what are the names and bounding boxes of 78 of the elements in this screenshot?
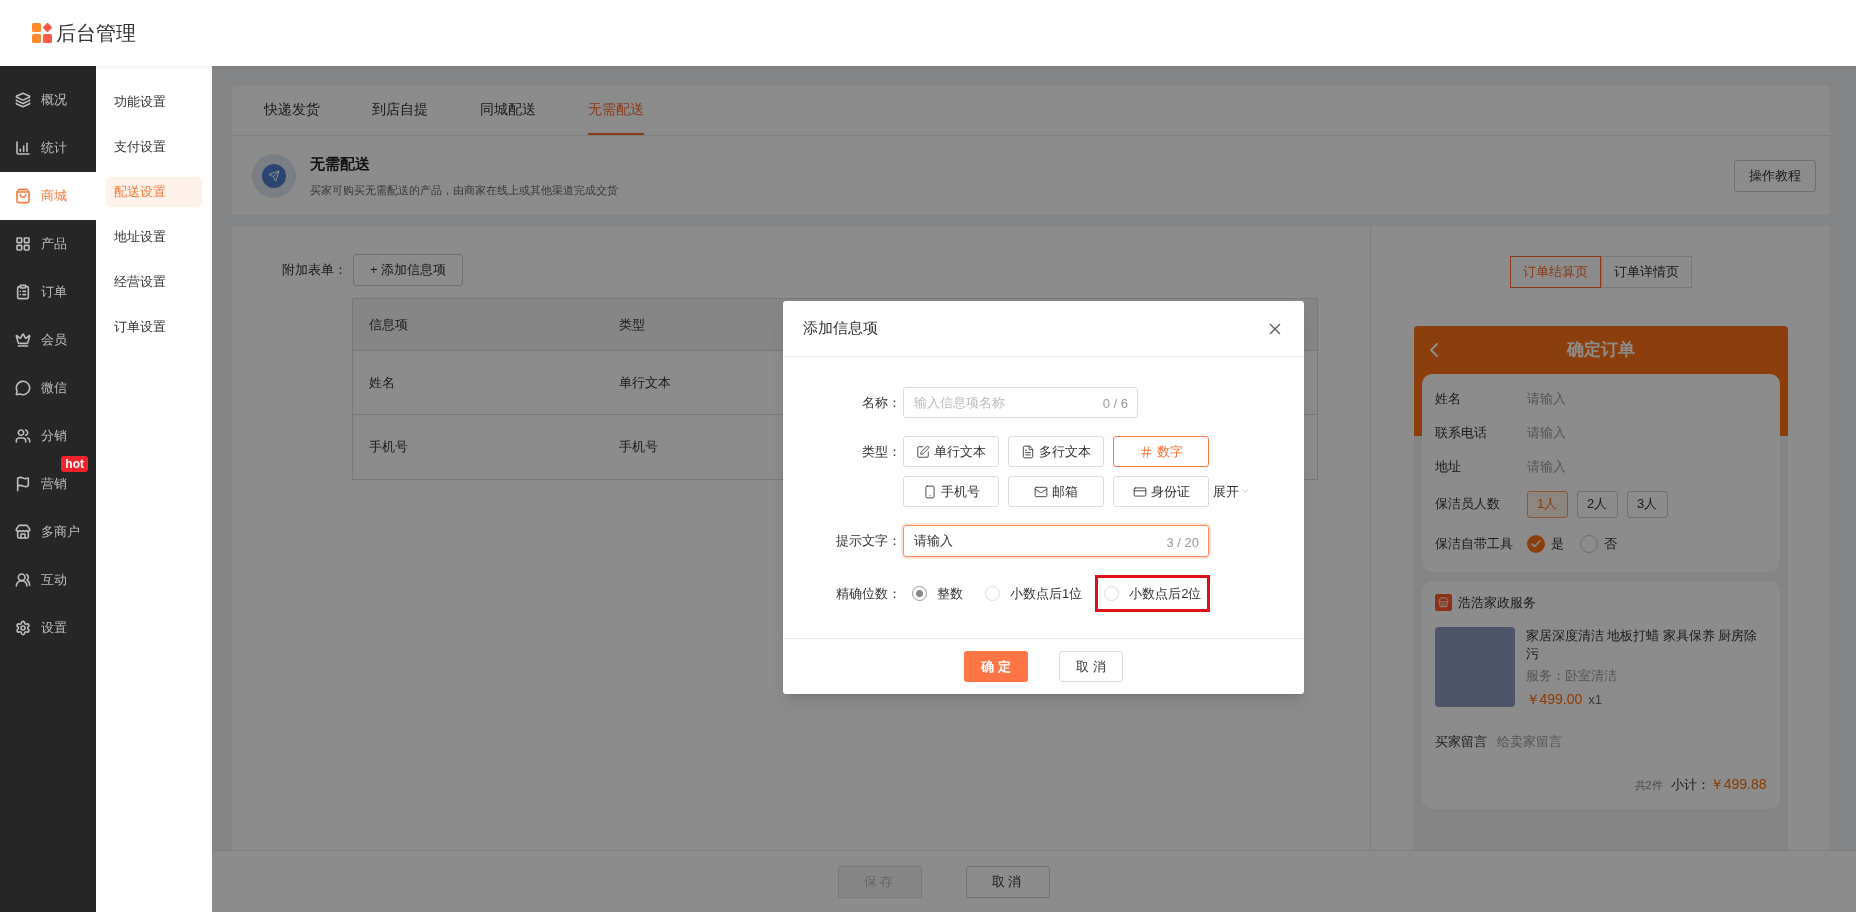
document-icon	[1021, 444, 1035, 459]
precision-option[interactable]: 小数点后1位	[976, 575, 1092, 612]
precision-option[interactable]: 整数	[903, 575, 972, 612]
delivery-tab[interactable]: 同城配送	[480, 85, 536, 135]
sub-sidebar-item[interactable]: 功能设置	[106, 87, 202, 117]
expand-toggle[interactable]: 展开	[1213, 481, 1250, 507]
field-label: 姓名	[1434, 390, 1462, 409]
phone-icon	[922, 484, 937, 499]
chart-icon	[15, 140, 31, 156]
delivery-tab[interactable]: 快递发货	[264, 85, 320, 135]
dialog-title: 添加信息项	[803, 318, 878, 339]
type-option[interactable]: 多行文本	[1008, 436, 1104, 467]
info-title: 无需配送	[310, 154, 371, 174]
preview-title: 确定订单	[1566, 339, 1635, 362]
add-item-button[interactable]: + 添加信息项	[353, 254, 464, 286]
table-cell: 手机号	[369, 439, 408, 455]
message-label: 买家留言	[1434, 733, 1487, 751]
shop-name: 浩浩家政服务	[1457, 594, 1536, 612]
subtotal-label: 小计：	[1670, 775, 1710, 794]
field-label: 联系电话	[1434, 424, 1488, 443]
sub-sidebar-item[interactable]: 订单设置	[106, 312, 202, 342]
precision-option[interactable]: 小数点后2位	[1095, 575, 1211, 612]
table-cell: 手机号	[619, 439, 658, 455]
store-icon	[15, 524, 31, 540]
delivery-tab[interactable]: 到店自提	[372, 85, 428, 135]
table-cell: 姓名	[369, 374, 395, 390]
hash-icon	[1139, 444, 1153, 459]
char-counter: 3 / 20	[1166, 534, 1199, 552]
sub-sidebar-item[interactable]: 地址设置	[106, 222, 202, 252]
preview-tab[interactable]: 订单详情页	[1600, 256, 1692, 288]
field-label: 名称：	[861, 393, 902, 412]
logo-icon	[32, 23, 52, 43]
staff-option[interactable]: 3人	[1626, 490, 1668, 518]
radio-option[interactable]: 是	[1526, 534, 1564, 554]
column-header: 信息项	[369, 316, 408, 332]
mail-icon	[1034, 484, 1048, 499]
product-quantity: x1	[1588, 691, 1603, 709]
type-option[interactable]: 身份证	[1113, 476, 1209, 507]
field-label: 保洁员人数	[1434, 495, 1501, 514]
bag-icon	[15, 188, 31, 204]
users-icon	[15, 572, 31, 588]
cancel-button[interactable]: 取 消	[1059, 651, 1123, 682]
card-icon	[1132, 484, 1147, 499]
field-label: 精确位数：	[835, 584, 902, 603]
field-label: 提示文字：	[835, 532, 902, 551]
form-label: 附加表单：	[282, 261, 347, 280]
app-title: 后台管理	[56, 21, 136, 46]
tutorial-button[interactable]: 操作教程	[1734, 159, 1816, 192]
hot-badge: hot	[61, 456, 88, 472]
sub-sidebar-item[interactable]: 经营设置	[106, 267, 202, 297]
settings-icon	[15, 620, 31, 636]
table-cell: 单行文本	[619, 374, 671, 390]
chat-icon	[15, 380, 31, 396]
product-price: ￥499.00	[1525, 690, 1583, 709]
type-option[interactable]: 邮箱	[1008, 476, 1104, 507]
grid-icon	[15, 236, 31, 252]
column-header: 类型	[619, 316, 645, 332]
type-option[interactable]: 手机号	[903, 476, 999, 507]
type-option[interactable]: 单行文本	[903, 436, 999, 467]
shop-icon	[1434, 594, 1452, 612]
crown-icon	[15, 332, 31, 348]
sub-sidebar-item[interactable]: 支付设置	[106, 132, 202, 162]
layers-icon	[15, 92, 31, 108]
item-count: 共2件	[1634, 777, 1663, 793]
radio-option[interactable]: 否	[1579, 534, 1617, 554]
pen-icon	[916, 444, 930, 459]
cancel-button[interactable]: 取消	[966, 865, 1050, 898]
clipboard-icon	[15, 284, 31, 300]
staff-option[interactable]: 2人	[1576, 490, 1618, 518]
subtotal-value: ￥499.88	[1709, 774, 1767, 794]
info-description: 买家可购买无需配送的产品，由商家在线上或其他渠道完成交货	[310, 182, 619, 198]
char-counter: 0 / 6	[1102, 395, 1128, 413]
field-label: 保洁自带工具	[1434, 535, 1514, 554]
flag-icon	[15, 476, 31, 492]
users-icon	[15, 428, 31, 444]
field-label: 类型：	[861, 443, 902, 461]
product-title: 家居深度清洁 地板打蜡 家具保养 厨房除污	[1525, 626, 1759, 663]
field-label: 地址	[1434, 458, 1462, 477]
